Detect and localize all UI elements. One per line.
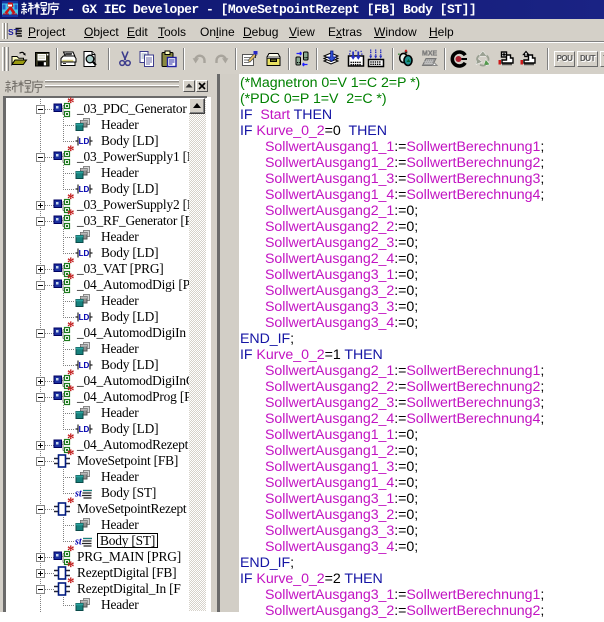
svg-text:st: st: [74, 489, 83, 500]
svg-text:LD: LD: [79, 361, 90, 370]
svg-text:st: st: [74, 537, 83, 548]
svg-text:LD: LD: [79, 313, 90, 322]
svg-text:LD: LD: [79, 249, 90, 258]
svg-text:LD: LD: [79, 425, 90, 434]
svg-text:LD: LD: [79, 185, 90, 194]
svg-text:MXE: MXE: [422, 51, 438, 58]
svg-text:LD: LD: [79, 137, 90, 146]
